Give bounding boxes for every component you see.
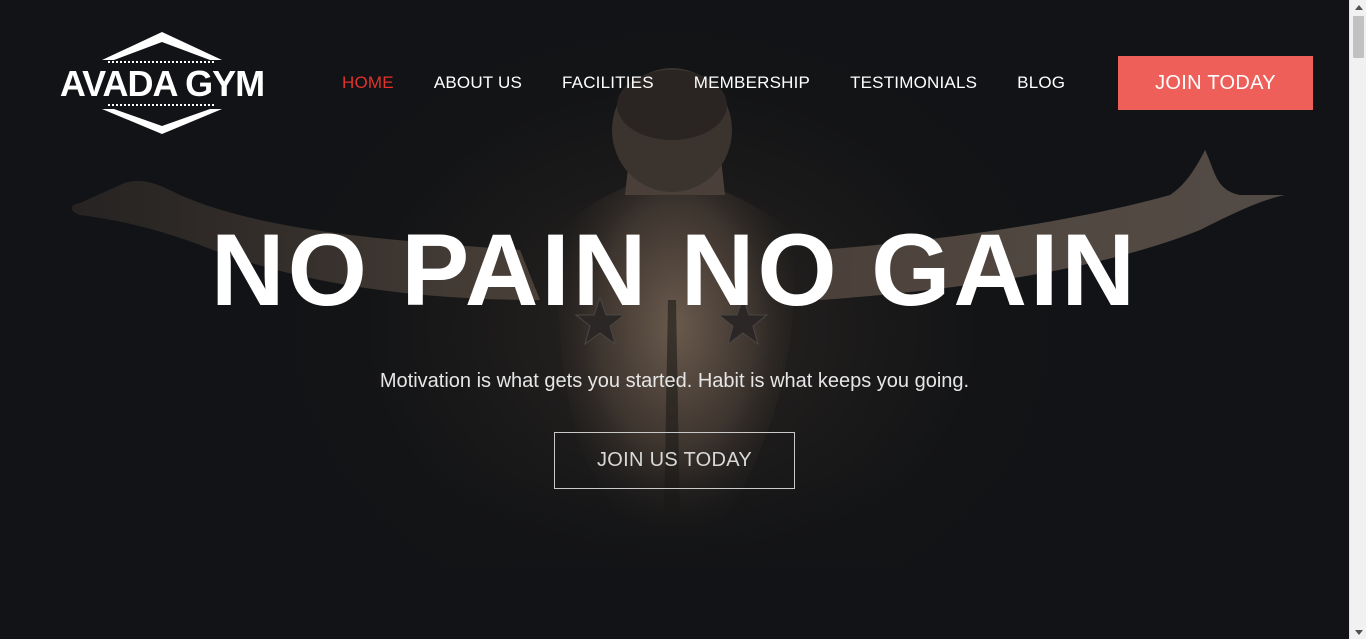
hero-title: NO PAIN NO GAIN (210, 213, 1139, 327)
vertical-scrollbar[interactable] (1349, 0, 1366, 639)
main-navigation: HOME ABOUT US FACILITIES MEMBERSHIP TEST… (342, 73, 1105, 93)
nav-item-home[interactable]: HOME (342, 73, 394, 93)
scrollbar-thumb[interactable] (1353, 16, 1364, 58)
chevron-up-icon[interactable] (1350, 0, 1366, 14)
logo-text: AVADA GYM (60, 63, 264, 104)
svg-text:★ ★: ★ ★ (156, 44, 171, 52)
nav-item-about-us[interactable]: ABOUT US (434, 73, 522, 93)
avada-gym-logo[interactable]: ★ ★ AVADA GYM (60, 30, 264, 136)
page: ★ ★ AVADA GYM HOME ABOUT US FACILITIES M… (0, 0, 1349, 639)
nav-item-testimonials[interactable]: TESTIMONIALS (850, 73, 977, 93)
nav-item-blog[interactable]: BLOG (1017, 73, 1065, 93)
nav-item-facilities[interactable]: FACILITIES (562, 73, 654, 93)
nav-item-membership[interactable]: MEMBERSHIP (694, 73, 810, 93)
hero-subtitle: Motivation is what gets you started. Hab… (379, 370, 970, 392)
join-us-today-button[interactable]: JOIN US TODAY (554, 432, 795, 489)
join-today-button[interactable]: JOIN TODAY (1118, 56, 1313, 110)
chevron-down-icon[interactable] (1350, 625, 1366, 639)
